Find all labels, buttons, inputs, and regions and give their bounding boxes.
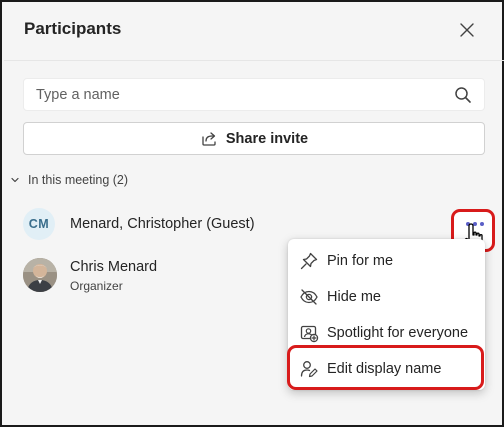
avatar — [23, 258, 57, 292]
participant-name: Chris Menard — [70, 259, 158, 275]
section-label: In this meeting (2) — [28, 173, 129, 187]
spotlight-icon — [298, 322, 320, 344]
menu-item-spotlight-for-everyone[interactable]: Spotlight for everyone — [288, 315, 485, 351]
close-button[interactable] — [453, 16, 481, 44]
menu-item-hide-me[interactable]: Hide me — [288, 279, 485, 315]
share-invite-label: Share invite — [225, 130, 309, 147]
close-icon — [460, 23, 474, 37]
avatar: CM — [23, 208, 55, 240]
search-box[interactable] — [23, 78, 485, 111]
search-input[interactable] — [36, 79, 446, 110]
menu-item-edit-display-name[interactable]: Edit display name — [288, 351, 485, 387]
share-icon — [202, 131, 216, 146]
pin-icon — [298, 250, 320, 272]
panel-title: Participants — [24, 19, 122, 38]
menu-item-label: Pin for me — [327, 253, 394, 269]
more-icon — [466, 222, 484, 226]
share-invite-button[interactable]: Share invite — [23, 122, 485, 155]
participants-panel: Participants Share invite In this meetin… — [0, 0, 504, 427]
header-divider — [4, 60, 504, 61]
menu-item-label: Hide me — [327, 289, 381, 305]
eye-off-icon — [298, 286, 320, 308]
menu-item-label: Edit display name — [327, 361, 442, 377]
in-meeting-section-toggle[interactable]: In this meeting (2) — [10, 173, 128, 187]
menu-item-pin-for-me[interactable]: Pin for me — [288, 243, 485, 279]
person-edit-icon — [298, 358, 320, 380]
participant-role: Organizer — [70, 279, 123, 293]
search-icon[interactable] — [454, 86, 472, 104]
participant-context-menu: Pin for me Hide me Spotlight for everyon… — [288, 239, 485, 390]
menu-item-label: Spotlight for everyone — [327, 325, 469, 341]
chevron-down-icon — [11, 177, 19, 183]
participant-name: Menard, Christopher (Guest) — [70, 216, 255, 232]
